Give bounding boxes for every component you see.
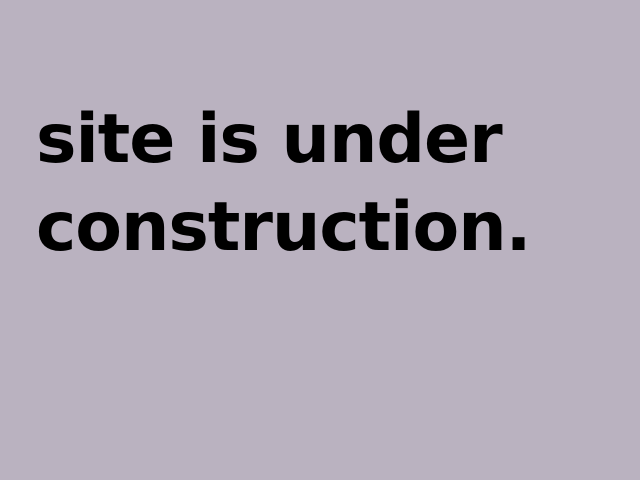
under-construction-message: site is under construction. <box>36 96 631 272</box>
message-line-2: construction. <box>36 188 531 267</box>
message-line-1: site is under <box>36 100 503 179</box>
page-background: site is under construction. <box>0 0 640 480</box>
